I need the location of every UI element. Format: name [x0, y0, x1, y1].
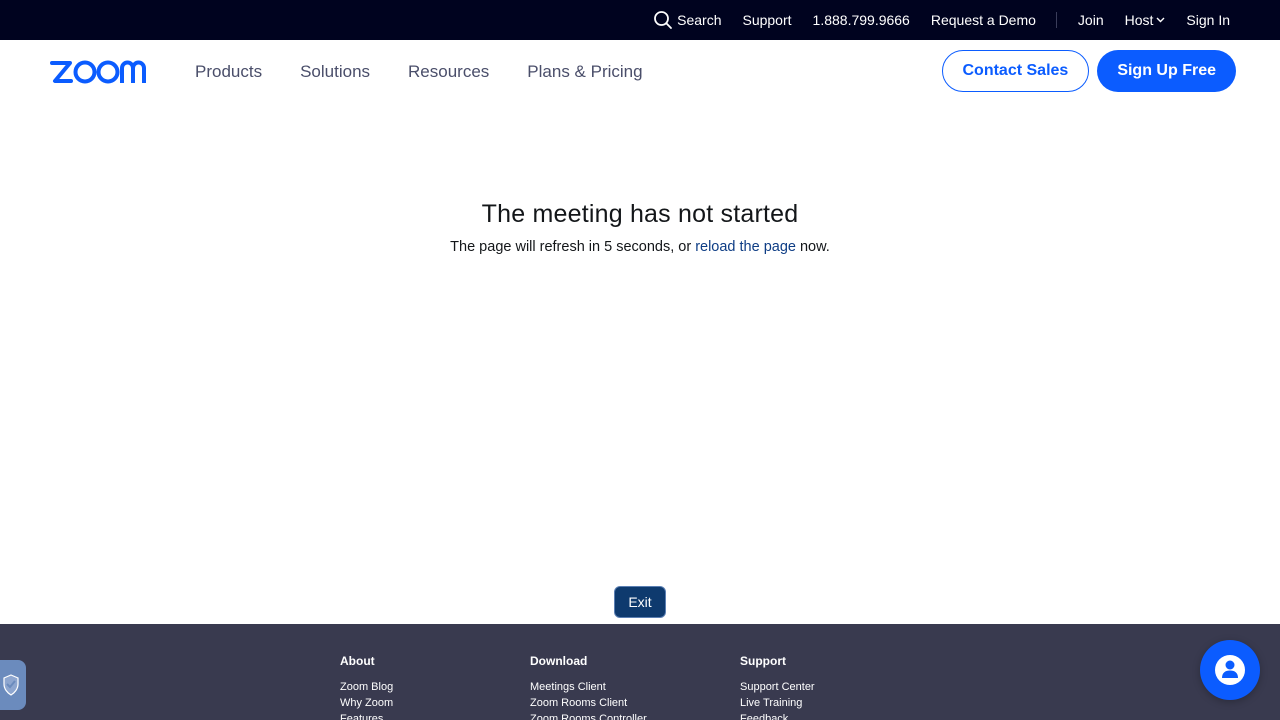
footer-link[interactable]: Why Zoom [340, 695, 393, 711]
footer-link[interactable]: Features [340, 711, 393, 720]
footer-link[interactable]: Support Center [740, 679, 815, 695]
footer-link[interactable]: Zoom Rooms Controller [530, 711, 647, 720]
footer-column-about: About Zoom Blog Why Zoom Features [340, 654, 393, 720]
footer-column-support: Support Support Center Live Training Fee… [740, 654, 815, 720]
zoom-logo[interactable] [50, 59, 160, 85]
host-dropdown[interactable]: Host [1125, 12, 1166, 28]
nav-products[interactable]: Products [195, 62, 262, 82]
refresh-text-before: The page will refresh in 5 seconds, or [450, 239, 696, 255]
search-button[interactable]: Search [653, 10, 721, 30]
footer-link[interactable]: Live Training [740, 695, 815, 711]
footer-link[interactable]: Zoom Blog [340, 679, 393, 695]
meeting-status-message: The meeting has not started The page wil… [0, 200, 1280, 255]
privacy-shield-badge[interactable] [0, 660, 26, 710]
shield-icon [3, 674, 19, 696]
exit-button[interactable]: Exit [614, 586, 666, 618]
top-utility-bar: Search Support 1.888.799.9666 Request a … [0, 0, 1280, 40]
nav-plans-pricing[interactable]: Plans & Pricing [527, 62, 642, 82]
join-link[interactable]: Join [1078, 12, 1104, 28]
request-demo-link[interactable]: Request a Demo [931, 12, 1036, 28]
reload-page-link[interactable]: reload the page [695, 239, 796, 255]
chevron-down-icon [1156, 17, 1165, 23]
host-label: Host [1124, 12, 1154, 28]
refresh-notice: The page will refresh in 5 seconds, or r… [0, 239, 1280, 255]
footer-link[interactable]: Feedback [740, 711, 815, 720]
sign-up-free-button[interactable]: Sign Up Free [1097, 50, 1236, 92]
footer-link[interactable]: Zoom Rooms Client [530, 695, 647, 711]
sign-in-link[interactable]: Sign In [1186, 12, 1230, 28]
refresh-text-after: now. [795, 239, 830, 255]
search-icon [654, 11, 673, 29]
chat-bot-icon [1215, 655, 1245, 685]
contact-sales-button[interactable]: Contact Sales [941, 50, 1090, 92]
support-link[interactable]: Support [742, 12, 791, 28]
footer-heading: Support [740, 654, 786, 668]
footer-heading: About [340, 654, 375, 668]
footer-column-download: Download Meetings Client Zoom Rooms Clie… [530, 654, 647, 720]
chat-assistant-button[interactable] [1200, 640, 1260, 700]
nav-resources[interactable]: Resources [408, 62, 489, 82]
main-navigation: Products Solutions Resources Plans & Pri… [0, 40, 1280, 103]
nav-solutions[interactable]: Solutions [300, 62, 370, 82]
zoom-logo-icon [50, 60, 146, 83]
phone-link[interactable]: 1.888.799.9666 [813, 12, 910, 28]
topbar-divider [1055, 12, 1057, 28]
footer: About Zoom Blog Why Zoom Features Downlo… [0, 624, 1280, 720]
footer-heading: Download [530, 654, 588, 668]
page-title: The meeting has not started [481, 200, 799, 228]
search-label: Search [677, 12, 722, 28]
nav-actions: Contact Sales Sign Up Free [941, 50, 1236, 92]
footer-link[interactable]: Meetings Client [530, 679, 647, 695]
nav-links: Products Solutions Resources Plans & Pri… [195, 62, 681, 82]
